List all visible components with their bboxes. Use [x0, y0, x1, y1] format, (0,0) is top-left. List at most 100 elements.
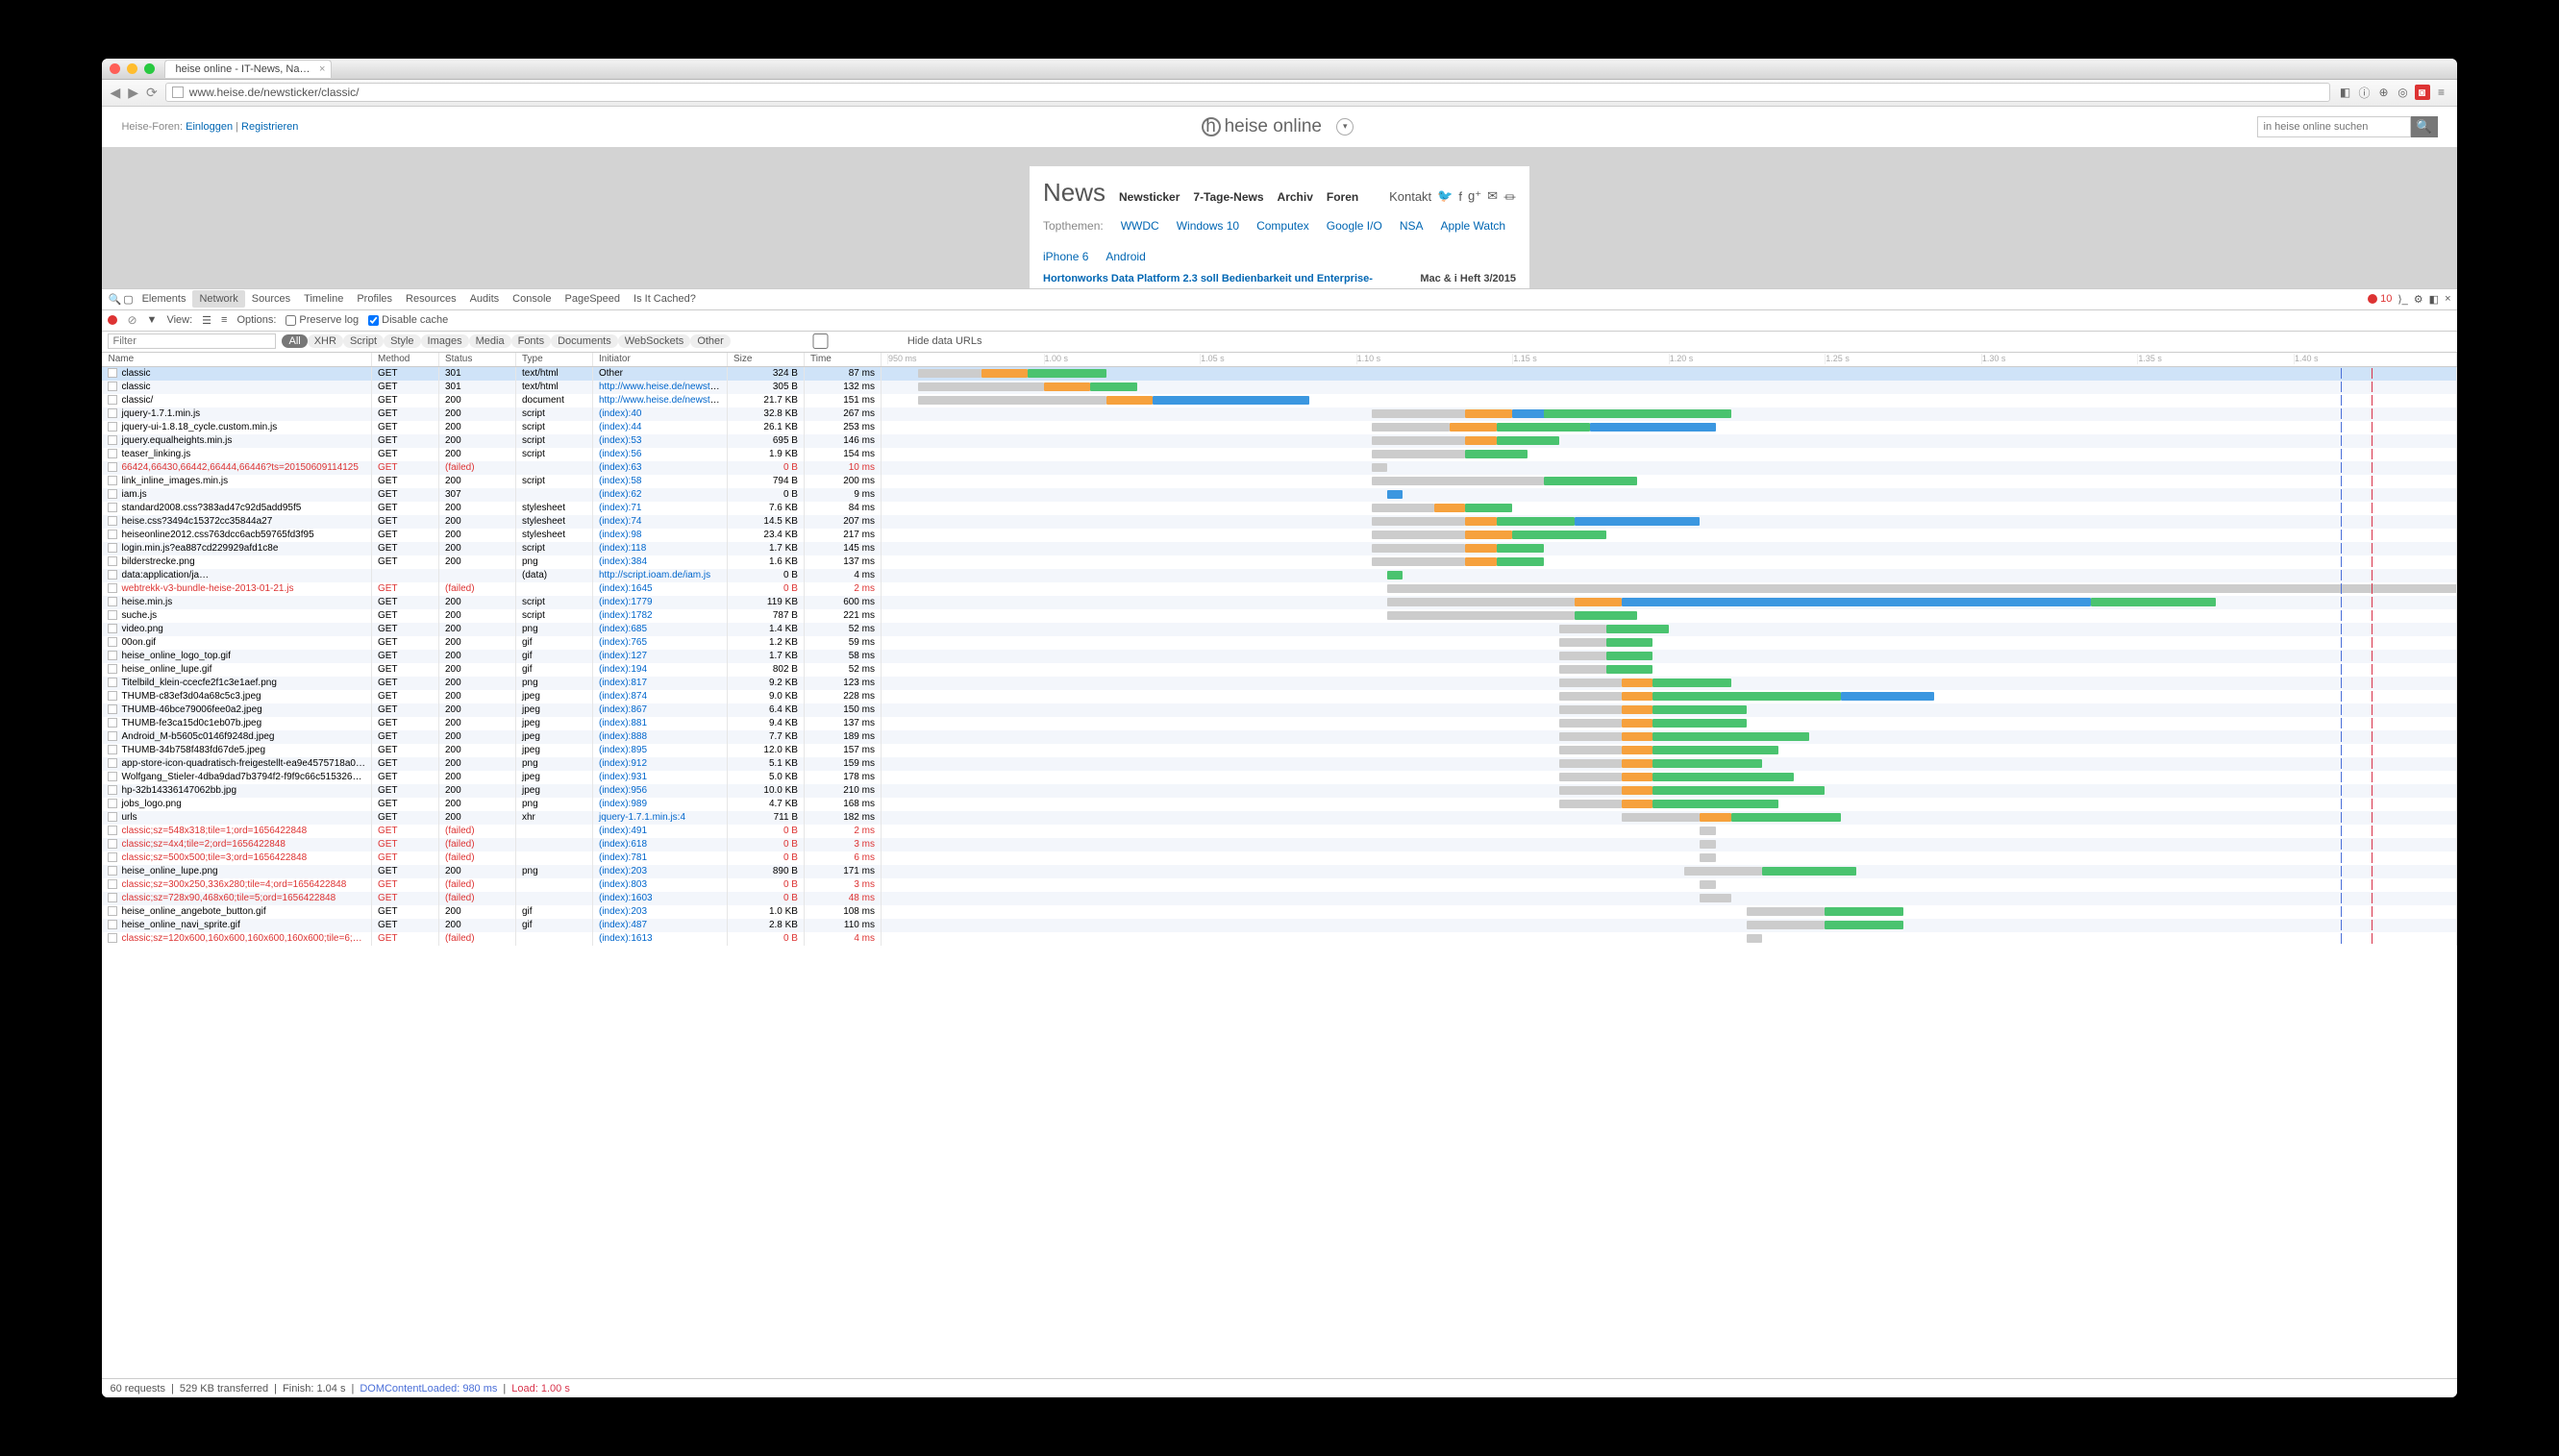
ext-icon-ublock[interactable]: ◙ — [2415, 85, 2430, 100]
minimize-button[interactable] — [127, 63, 137, 74]
headline-link[interactable]: Hortonworks Data Platform 2.3 soll Bedie… — [1043, 273, 1373, 284]
network-row[interactable]: classic/GET200documenthttp://www.heise.d… — [102, 394, 2456, 407]
column-header[interactable]: Type — [515, 353, 592, 367]
menu-icon[interactable]: ≡ — [2434, 85, 2449, 100]
browser-tab[interactable]: heise online - IT-News, Na… × — [164, 60, 332, 78]
network-row[interactable]: video.pngGET200png(index):6851.4 KB52 ms — [102, 623, 2456, 636]
device-icon[interactable]: ▢ — [123, 293, 133, 306]
news-tab[interactable]: Archiv — [1278, 190, 1313, 204]
brand-dropdown-icon[interactable]: ▾ — [1336, 118, 1354, 136]
network-row[interactable]: heise_online_lupe.gifGET200gif(index):19… — [102, 663, 2456, 677]
network-row[interactable]: 00on.gifGET200gif(index):7651.2 KB59 ms — [102, 636, 2456, 650]
devtools-tab[interactable]: Elements — [136, 290, 193, 308]
network-row[interactable]: 66424,66430,66442,66444,66446?ts=2015060… — [102, 461, 2456, 475]
maximize-button[interactable] — [144, 63, 155, 74]
gplus-icon[interactable]: g⁺ — [1468, 188, 1481, 204]
network-row[interactable]: app-store-icon-quadratisch-freigestellt-… — [102, 757, 2456, 771]
column-header[interactable]: Method — [371, 353, 438, 367]
inspect-icon[interactable]: 🔍 — [108, 293, 121, 306]
news-tab[interactable]: 7-Tage-News — [1193, 190, 1263, 204]
network-row[interactable]: heise.css?3494c15372cc35844a27GET200styl… — [102, 515, 2456, 529]
close-tab-icon[interactable]: × — [319, 63, 325, 75]
network-row[interactable]: THUMB-34b758f483fd67de5.jpegGET200jpeg(i… — [102, 744, 2456, 757]
search-input[interactable] — [2257, 116, 2411, 137]
column-header[interactable]: 950 ms1.00 s1.05 s1.10 s1.15 s1.20 s1.25… — [881, 353, 2456, 367]
devtools-tab[interactable]: Console — [506, 290, 558, 308]
filter-icon[interactable]: ▼ — [147, 314, 158, 326]
network-row[interactable]: jquery.equalheights.min.jsGET200script(i… — [102, 434, 2456, 448]
record-button[interactable] — [108, 315, 117, 325]
column-header[interactable]: Status — [438, 353, 515, 367]
network-row[interactable]: THUMB-46bce79006fee0a2.jpegGET200jpeg(in… — [102, 703, 2456, 717]
column-header[interactable]: Name — [102, 353, 371, 367]
back-button[interactable]: ◀ — [110, 85, 120, 101]
network-row[interactable]: heise_online_navi_sprite.gifGET200gif(in… — [102, 919, 2456, 932]
close-button[interactable] — [110, 63, 120, 74]
filter-pill[interactable]: Documents — [551, 334, 618, 348]
filter-pill[interactable]: Style — [384, 334, 420, 348]
filter-pill[interactable]: Fonts — [511, 334, 552, 348]
drawer-icon[interactable]: ⟩_ — [2398, 293, 2407, 306]
devtools-tab[interactable]: Resources — [399, 290, 463, 308]
devtools-tab[interactable]: Sources — [245, 290, 297, 308]
filter-pill[interactable]: Other — [690, 334, 731, 348]
network-row[interactable]: jquery-1.7.1.min.jsGET200script(index):4… — [102, 407, 2456, 421]
devtools-tab[interactable]: Audits — [463, 290, 507, 308]
preserve-log-checkbox[interactable]: Preserve log — [286, 314, 359, 326]
topthema-link[interactable]: Computex — [1256, 219, 1309, 233]
clear-button[interactable]: ⊘ — [127, 313, 137, 327]
reload-button[interactable]: ⟳ — [146, 85, 158, 101]
disable-cache-checkbox[interactable]: Disable cache — [368, 314, 448, 326]
ext-icon-1[interactable]: ◧ — [2338, 85, 2353, 100]
hide-data-urls-checkbox[interactable]: Hide data URLs — [736, 333, 982, 349]
network-row[interactable]: heise_online_angebote_button.gifGET200gi… — [102, 905, 2456, 919]
topthema-link[interactable]: WWDC — [1121, 219, 1159, 233]
error-count[interactable]: 10 — [2368, 293, 2392, 305]
network-row[interactable]: hp-32b14336147062bb.jpgGET200jpeg(index)… — [102, 784, 2456, 798]
network-row[interactable]: classic;sz=300x250,336x280;tile=4;ord=16… — [102, 878, 2456, 892]
devtools-tab[interactable]: PageSpeed — [559, 290, 628, 308]
rss-icon[interactable]: ⏛ — [1503, 187, 1516, 206]
filter-pill[interactable]: XHR — [308, 334, 343, 348]
twitter-icon[interactable]: 🐦 — [1437, 188, 1453, 204]
network-row[interactable]: Titelbild_klein-ccecfe2f1c3e1aef.pngGET2… — [102, 677, 2456, 690]
ext-icon-2[interactable]: ⓘ — [2357, 85, 2373, 100]
devtools-tab[interactable]: Profiles — [350, 290, 399, 308]
filter-pill[interactable]: Script — [343, 334, 384, 348]
topthema-link[interactable]: NSA — [1400, 219, 1424, 233]
view-small-icon[interactable]: ≡ — [221, 314, 227, 326]
network-row[interactable]: standard2008.css?383ad47c92d5add95f5GET2… — [102, 502, 2456, 515]
network-row[interactable]: heise.min.jsGET200script(index):1779119 … — [102, 596, 2456, 609]
topthema-link[interactable]: Apple Watch — [1441, 219, 1506, 233]
network-row[interactable]: heise_online_lupe.pngGET200png(index):20… — [102, 865, 2456, 878]
column-header[interactable]: Initiator — [592, 353, 727, 367]
network-row[interactable]: classicGET301text/htmlhttp://www.heise.d… — [102, 381, 2456, 394]
filter-pill[interactable]: Media — [469, 334, 511, 348]
column-header[interactable]: Size — [727, 353, 804, 367]
close-devtools-icon[interactable]: × — [2445, 293, 2450, 305]
network-row[interactable]: urlsGET200xhrjquery-1.7.1.min.js:4711 B1… — [102, 811, 2456, 825]
facebook-icon[interactable]: f — [1458, 189, 1462, 204]
network-row[interactable]: teaser_linking.jsGET200script(index):561… — [102, 448, 2456, 461]
network-row[interactable]: THUMB-c83ef3d04a68c5c3.jpegGET200jpeg(in… — [102, 690, 2456, 703]
settings-icon[interactable]: ⚙ — [2414, 293, 2423, 306]
network-row[interactable]: classic;sz=120x600,160x600,160x600,160x6… — [102, 932, 2456, 946]
network-row[interactable]: jobs_logo.pngGET200png(index):9894.7 KB1… — [102, 798, 2456, 811]
filter-pill[interactable]: WebSockets — [618, 334, 691, 348]
news-tab[interactable]: Foren — [1327, 190, 1358, 204]
network-row[interactable]: bilderstrecke.pngGET200png(index):3841.6… — [102, 555, 2456, 569]
network-row[interactable]: webtrekk-v3-bundle-heise-2013-01-21.jsGE… — [102, 582, 2456, 596]
column-header[interactable]: Time — [804, 353, 881, 367]
network-row[interactable]: classic;sz=728x90,468x60;tile=5;ord=1656… — [102, 892, 2456, 905]
filter-input[interactable] — [108, 333, 276, 349]
topthema-link[interactable]: iPhone 6 — [1043, 250, 1088, 263]
dock-icon[interactable]: ◧ — [2429, 293, 2439, 306]
network-row[interactable]: classicGET301text/htmlOther324 B87 ms — [102, 366, 2456, 381]
news-tab[interactable]: Newsticker — [1119, 190, 1180, 204]
view-large-icon[interactable]: ☰ — [202, 314, 211, 327]
network-row[interactable]: heise_online_logo_top.gifGET200gif(index… — [102, 650, 2456, 663]
network-row[interactable]: login.min.js?ea887cd229929afd1c8eGET200s… — [102, 542, 2456, 555]
forward-button[interactable]: ▶ — [128, 85, 138, 101]
network-row[interactable]: suche.jsGET200script(index):1782787 B221… — [102, 609, 2456, 623]
network-row[interactable]: classic;sz=500x500;tile=3;ord=1656422848… — [102, 851, 2456, 865]
